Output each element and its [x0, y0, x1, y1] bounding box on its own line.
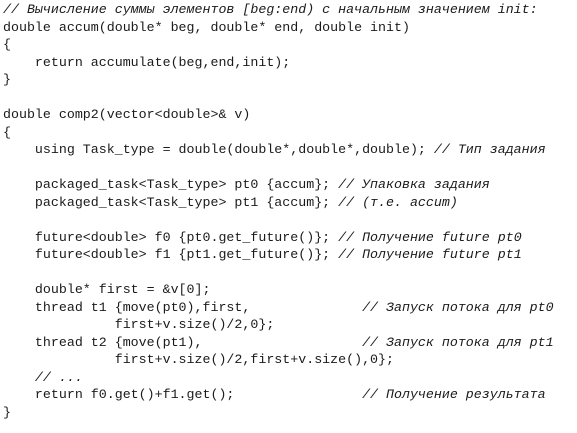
code-text: return f0.get()+f1.get(); — [3, 387, 363, 402]
code-text: using Task_type = double(double*,double*… — [3, 142, 434, 157]
code-text: future<double> f1 {pt1.get_future()}; — [3, 247, 339, 262]
code-line-7: double comp2(vector<double>& v) — [3, 106, 577, 124]
code-line-9: using Task_type = double(double*,double*… — [3, 141, 577, 159]
code-line-24: } — [3, 404, 577, 422]
code-text: first+v.size()/2,first+v.size(),0}; — [3, 352, 394, 367]
code-line-5: } — [3, 71, 577, 89]
code-text: thread t1 {move(pt0),first, — [3, 299, 363, 315]
code-comment: // Получение future pt0 — [338, 229, 522, 245]
code-comment: // ... — [34, 369, 83, 385]
code-text: double* first = &v[0]; — [3, 282, 211, 297]
code-line-8: { — [3, 124, 577, 142]
code-line-1: // Вычисление суммы элементов [beg:end) … — [3, 1, 577, 19]
code-text: future<double> f0 {pt0.get_future()}; — [3, 229, 339, 245]
code-text: } — [3, 404, 11, 420]
code-line-12: packaged_task<Task_type> pt1 {accum}; //… — [3, 194, 577, 212]
code-line-19: first+v.size()/2,0}; — [3, 316, 577, 334]
code-line-21: first+v.size()/2,first+v.size(),0}; — [3, 351, 577, 369]
code-comment: // Получение результата — [362, 387, 546, 402]
code-comment: // (т.е. accum) — [338, 194, 458, 210]
code-text: packaged_task<Task_type> pt0 {accum}; — [3, 177, 339, 192]
code-line-23: return f0.get()+f1.get(); // Получение р… — [3, 386, 577, 404]
code-text: } — [3, 72, 11, 87]
code-comment: // Получение future pt1 — [338, 247, 522, 262]
code-text: first+v.size()/2,0}; — [3, 317, 275, 332]
code-line-18: thread t1 {move(pt0),first, // Запуск по… — [3, 299, 577, 317]
code-line-15: future<double> f1 {pt1.get_future()}; //… — [3, 246, 577, 264]
code-line-3: { — [3, 36, 577, 54]
code-line-20: thread t2 {move(pt1), // Запуск потока д… — [3, 334, 577, 352]
code-text: { — [3, 37, 11, 52]
code-text: packaged_task<Task_type> pt1 {accum}; — [3, 194, 339, 210]
code-line-17: double* first = &v[0]; — [3, 281, 577, 299]
code-text: double accum(double* beg, double* end, d… — [3, 19, 410, 35]
code-comment: // Тип задания — [433, 142, 546, 157]
code-line-14: future<double> f0 {pt0.get_future()}; //… — [3, 229, 577, 247]
code-line-22: // ... — [3, 369, 577, 387]
code-text: return accumulate(beg,end,init); — [3, 54, 291, 70]
code-text: { — [3, 124, 11, 140]
code-line-4: return accumulate(beg,end,init); — [3, 54, 577, 72]
code-line-11: packaged_task<Task_type> pt0 {accum}; //… — [3, 176, 577, 194]
code-text: thread t2 {move(pt1), — [3, 334, 363, 350]
code-line-2: double accum(double* beg, double* end, d… — [3, 19, 577, 37]
code-comment: // Вычисление суммы элементов [beg:end) … — [3, 2, 538, 17]
code-comment: // Упаковка задания — [338, 177, 490, 192]
code-comment: // Запуск потока для pt0 — [362, 299, 554, 315]
code-comment: // Запуск потока для pt1 — [362, 334, 554, 350]
code-text: double comp2(vector<double>& v) — [3, 107, 251, 122]
code-listing: // Вычисление суммы элементов [beg:end) … — [3, 1, 577, 421]
